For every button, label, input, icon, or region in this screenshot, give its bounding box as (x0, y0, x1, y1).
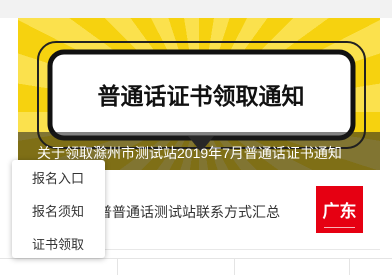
menu-item-certificate-collection[interactable]: 证书领取 (12, 228, 105, 261)
popup-menu: 报名入口 报名须知 证书领取 (12, 160, 105, 258)
banner-slide[interactable]: 普通话证书领取通知 关于领取滁州市测试站2019年7月普通话证书通知 (18, 18, 380, 170)
news-thumbnail: 广东 (316, 186, 363, 233)
menu-item-registration-notes[interactable]: 报名须知 (12, 195, 105, 228)
bottom-nav-tab[interactable] (118, 259, 235, 275)
news-title: 普普通话测试站联系方式汇总 (98, 204, 280, 220)
bottom-nav-tab[interactable] (0, 259, 118, 275)
bottom-nav-tab[interactable] (235, 259, 350, 275)
banner-headline: 普通话证书领取通知 (98, 83, 305, 110)
menu-item-registration-entry[interactable]: 报名入口 (12, 162, 105, 195)
bottom-nav-tab[interactable] (350, 259, 392, 275)
top-strip (0, 0, 392, 18)
news-thumbnail-text: 广东 (322, 202, 357, 221)
